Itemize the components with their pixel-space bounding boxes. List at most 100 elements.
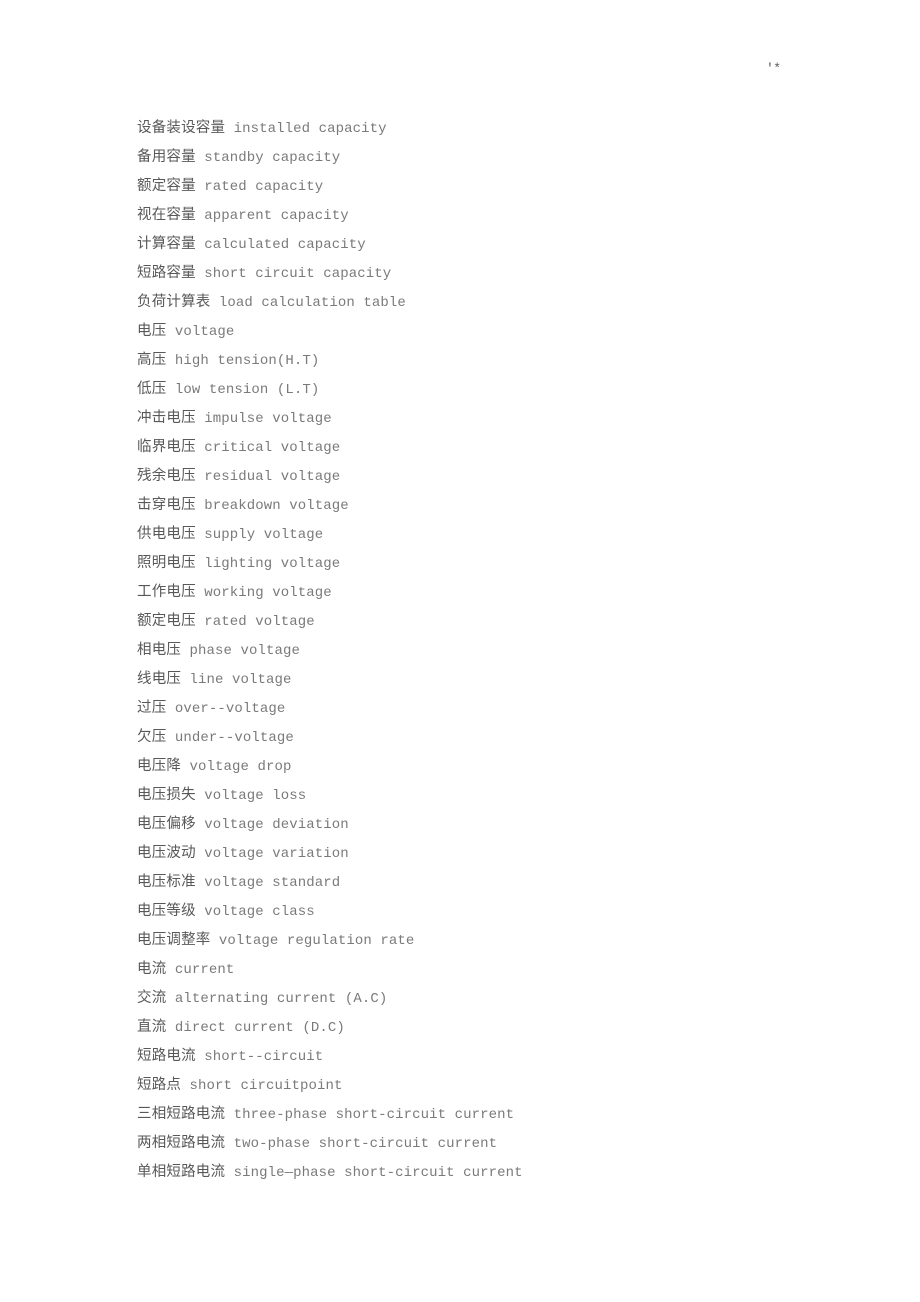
glossary-separator	[196, 469, 204, 485]
glossary-separator	[181, 643, 189, 659]
glossary-separator	[196, 527, 204, 543]
glossary-entry: 两相短路电流 two-phase short-circuit current	[137, 1129, 837, 1158]
glossary-gloss: voltage standard	[204, 875, 341, 891]
glossary-separator	[211, 933, 219, 949]
glossary-term: 相电压	[137, 642, 182, 658]
glossary-term: 额定容量	[137, 178, 196, 194]
glossary-term: 交流	[137, 990, 167, 1006]
glossary-separator	[181, 1078, 189, 1094]
glossary-gloss: high tension(H.T)	[174, 353, 320, 369]
glossary-term: 计算容量	[137, 236, 196, 252]
glossary-term: 电压波动	[137, 845, 196, 861]
glossary-gloss: short circuit capacity	[204, 266, 392, 282]
glossary-gloss: installed capacity	[233, 121, 387, 137]
glossary-entry: 欠压 under--voltage	[137, 723, 837, 752]
glossary-entry: 短路容量 short circuit capacity	[137, 259, 837, 288]
glossary-separator	[166, 701, 174, 717]
glossary-gloss: short--circuit	[204, 1049, 324, 1065]
glossary-entry: 电压偏移 voltage deviation	[137, 810, 837, 839]
glossary-separator	[166, 382, 174, 398]
glossary-separator	[196, 846, 204, 862]
document-page: '* 设备装设容量 installed capacity 备用容量 standby…	[0, 0, 920, 1302]
glossary-entry: 短路点 short circuitpoint	[137, 1071, 837, 1100]
glossary-gloss: working voltage	[204, 585, 332, 601]
glossary-gloss: rated capacity	[204, 179, 324, 195]
glossary-gloss: over--voltage	[174, 701, 286, 717]
glossary-separator	[196, 237, 204, 253]
glossary-term: 供电电压	[137, 526, 196, 542]
glossary-separator	[181, 759, 189, 775]
glossary-entry: 电压降 voltage drop	[137, 752, 837, 781]
glossary-gloss: under--voltage	[174, 730, 294, 746]
glossary-separator	[166, 1020, 174, 1036]
glossary-term: 低压	[137, 381, 167, 397]
glossary-term: 额定电压	[137, 613, 196, 629]
glossary-term: 短路容量	[137, 265, 196, 281]
glossary-gloss: voltage loss	[204, 788, 307, 804]
glossary-separator	[166, 730, 174, 746]
glossary-gloss: lighting voltage	[204, 556, 341, 572]
glossary-separator	[166, 991, 174, 1007]
glossary-entry: 电压 voltage	[137, 317, 837, 346]
glossary-separator	[196, 208, 204, 224]
glossary-gloss: low tension (L.T)	[174, 382, 320, 398]
glossary-separator	[196, 1049, 204, 1065]
glossary-separator	[196, 614, 204, 630]
glossary-entry: 高压 high tension(H.T)	[137, 346, 837, 375]
glossary-term: 电流	[137, 961, 167, 977]
glossary-separator	[196, 875, 204, 891]
glossary-gloss: residual voltage	[204, 469, 341, 485]
glossary-separator	[225, 1107, 233, 1123]
glossary-entry: 冲击电压 impulse voltage	[137, 404, 837, 433]
glossary-entry: 电压标准 voltage standard	[137, 868, 837, 897]
glossary-entry: 残余电压 residual voltage	[137, 462, 837, 491]
glossary-term: 电压等级	[137, 903, 196, 919]
corner-mark: '*	[766, 61, 781, 76]
glossary-term: 照明电压	[137, 555, 196, 571]
glossary-entry: 临界电压 critical voltage	[137, 433, 837, 462]
glossary-term: 短路电流	[137, 1048, 196, 1064]
glossary-separator	[211, 295, 219, 311]
glossary-entry: 视在容量 apparent capacity	[137, 201, 837, 230]
glossary-entry: 额定电压 rated voltage	[137, 607, 837, 636]
glossary-gloss: voltage class	[204, 904, 315, 920]
glossary-entry: 计算容量 calculated capacity	[137, 230, 837, 259]
glossary-entry: 击穿电压 breakdown voltage	[137, 491, 837, 520]
glossary-entry: 电压损失 voltage loss	[137, 781, 837, 810]
glossary-term: 残余电压	[137, 468, 196, 484]
glossary-gloss: load calculation table	[218, 295, 406, 311]
glossary-entry: 三相短路电流 three-phase short-circuit current	[137, 1100, 837, 1129]
glossary-entry: 短路电流 short--circuit	[137, 1042, 837, 1071]
glossary-gloss: short circuitpoint	[189, 1078, 343, 1094]
glossary-term: 电压偏移	[137, 816, 196, 832]
glossary-term: 临界电压	[137, 439, 196, 455]
glossary-term: 单相短路电流	[137, 1164, 226, 1180]
glossary-term: 电压标准	[137, 874, 196, 890]
glossary-term: 电压	[137, 323, 167, 339]
glossary-term: 击穿电压	[137, 497, 196, 513]
glossary-entry: 低压 low tension (L.T)	[137, 375, 837, 404]
glossary-list: 设备装设容量 installed capacity 备用容量 standby ca…	[137, 114, 837, 1187]
glossary-entry: 设备装设容量 installed capacity	[137, 114, 837, 143]
glossary-term: 视在容量	[137, 207, 196, 223]
glossary-entry: 直流 direct current (D.C)	[137, 1013, 837, 1042]
glossary-entry: 线电压 line voltage	[137, 665, 837, 694]
glossary-gloss: supply voltage	[204, 527, 324, 543]
glossary-gloss: apparent capacity	[204, 208, 349, 224]
glossary-separator	[196, 498, 204, 514]
glossary-separator	[225, 1136, 233, 1152]
glossary-term: 工作电压	[137, 584, 196, 600]
glossary-gloss: rated voltage	[204, 614, 315, 630]
glossary-term: 两相短路电流	[137, 1135, 226, 1151]
glossary-gloss: impulse voltage	[204, 411, 332, 427]
glossary-separator	[166, 962, 174, 978]
glossary-gloss: voltage variation	[204, 846, 349, 862]
glossary-term: 电压降	[137, 758, 182, 774]
glossary-separator	[225, 121, 233, 137]
glossary-separator	[196, 585, 204, 601]
glossary-gloss: calculated capacity	[204, 237, 366, 253]
glossary-gloss: line voltage	[189, 672, 292, 688]
glossary-term: 线电压	[137, 671, 182, 687]
glossary-separator	[196, 150, 204, 166]
glossary-gloss: critical voltage	[204, 440, 341, 456]
